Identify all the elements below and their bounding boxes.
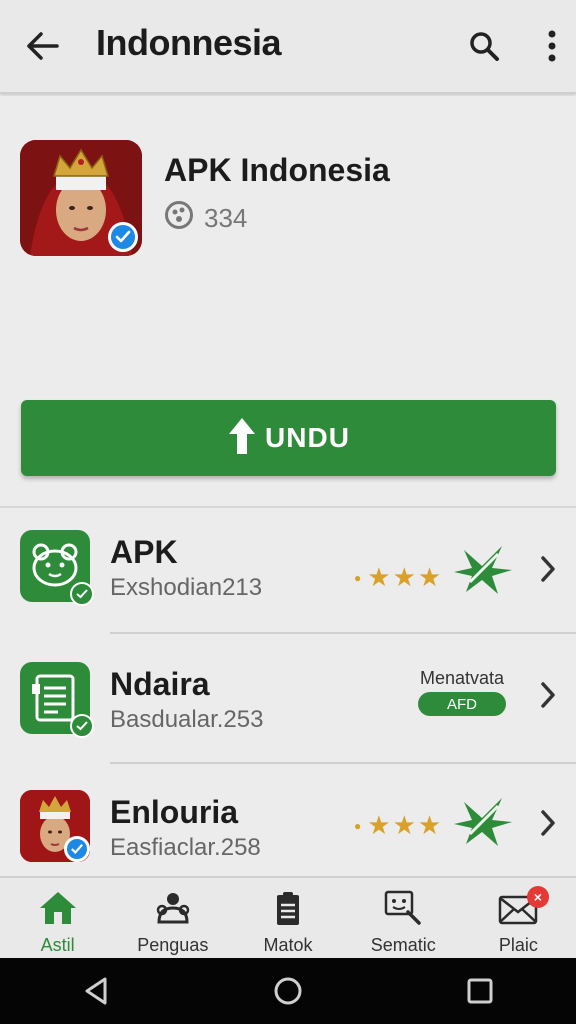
page-title: Indonnesia [96, 22, 282, 63]
clipboard-icon [268, 890, 308, 931]
list-item-subtitle: Easfiaclar.258 [110, 834, 261, 861]
people-icon [153, 890, 193, 931]
upload-arrow-icon [227, 416, 257, 461]
list-item-title: Enlouria [110, 794, 239, 830]
app-name: APK Indonesia [164, 152, 390, 188]
tab-label: Astil [40, 935, 75, 955]
bug-icon [452, 792, 514, 850]
more-options-icon[interactable] [530, 24, 574, 68]
bug-icon [452, 540, 514, 598]
document-app-icon [20, 662, 94, 738]
download-button-label: UNDU [265, 422, 350, 453]
tab-sematic[interactable]: Sematic [346, 878, 461, 958]
tab-label: Matok [263, 935, 313, 955]
tab-penguas[interactable]: Penguas [115, 878, 230, 958]
list-item[interactable]: Ndaira Basdualar.253 Menatvata AFD [0, 638, 576, 766]
tab-label: Sematic [370, 935, 436, 955]
verified-badge-icon [108, 222, 138, 252]
chevron-right-icon[interactable] [534, 552, 562, 586]
notification-badge: × [526, 886, 549, 908]
tab-label: Penguas [137, 935, 209, 955]
app-count: 334 [204, 203, 248, 233]
list-divider [110, 762, 576, 764]
section-divider [0, 506, 576, 508]
tab-astil[interactable]: Astil [0, 878, 115, 958]
system-home-icon[interactable] [258, 966, 318, 1016]
tab-matok[interactable]: Matok [230, 878, 345, 958]
bear-app-icon [20, 530, 94, 606]
status-badge: AFD [418, 692, 506, 716]
list-item-title: APK [110, 534, 178, 570]
rating-stars: ● ★ ★ ★ [354, 562, 442, 592]
search-face-icon [383, 890, 423, 931]
verified-badge-icon [64, 836, 90, 862]
app-meta: 334 [164, 200, 247, 237]
search-icon[interactable] [462, 24, 506, 68]
download-button[interactable]: UNDU [21, 400, 556, 476]
list-item-subtitle: Basdualar.253 [110, 706, 264, 733]
back-arrow-icon[interactable] [20, 24, 64, 68]
list-item[interactable]: APK Exshodian213 ● ★ ★ ★ [0, 510, 576, 638]
list-item-title: Ndaira [110, 666, 210, 702]
chevron-right-icon[interactable] [534, 678, 562, 712]
list-item-subtitle: Exshodian213 [110, 574, 263, 601]
tab-label: Plaic [498, 935, 538, 955]
rating-stars: ● ★ ★ ★ [354, 810, 442, 840]
tab-plaic[interactable]: Plaic × [461, 878, 576, 958]
system-back-icon[interactable] [66, 966, 126, 1016]
system-navigation-bar [0, 958, 576, 1024]
check-badge-icon [70, 714, 94, 738]
top-app-bar: Indonnesia [0, 0, 576, 94]
list-divider [110, 632, 576, 634]
home-icon [38, 890, 78, 931]
check-badge-icon [70, 582, 94, 606]
chevron-right-icon[interactable] [534, 806, 562, 840]
bottom-navigation: Astil Penguas Matok Sematic Plaic × [0, 876, 576, 958]
list-item-tag-text: Menatvata [420, 668, 505, 688]
counter-icon [164, 200, 194, 237]
system-recents-icon[interactable] [450, 966, 510, 1016]
